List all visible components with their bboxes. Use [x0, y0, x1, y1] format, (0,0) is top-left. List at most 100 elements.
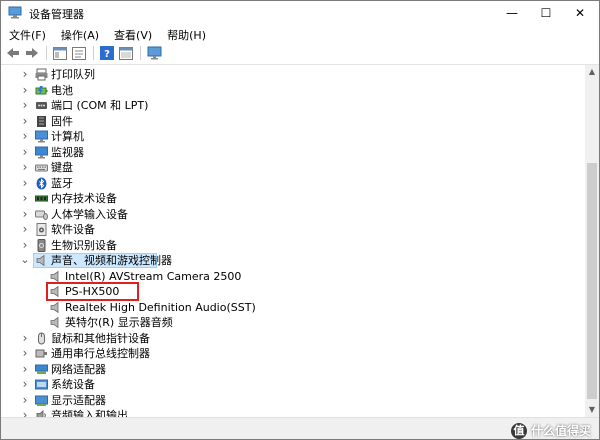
watermark: 值 什么值得买 — [510, 422, 591, 439]
menu-action[interactable]: 操作(A) — [53, 25, 106, 43]
view-icon[interactable] — [118, 45, 134, 61]
audio-io-icon — [35, 409, 48, 417]
back-icon[interactable] — [5, 45, 21, 61]
bluetooth-icon — [35, 177, 48, 190]
svg-text:?: ? — [104, 49, 110, 60]
chevron-right-icon[interactable]: › — [20, 177, 30, 189]
mouse-icon — [35, 332, 48, 345]
chevron-right-icon[interactable]: › — [20, 146, 30, 158]
toolbar-separator — [140, 46, 141, 60]
watermark-text: 什么值得买 — [530, 424, 591, 438]
tree-category-row[interactable]: ⌄ 声音、视频和游戏控制器 — [1, 253, 585, 268]
computer-icon — [35, 130, 48, 143]
monitor-icon[interactable] — [146, 45, 162, 61]
tree-category-label: 鼠标和其他指针设备 — [51, 331, 150, 345]
close-button[interactable]: ✕ — [563, 1, 597, 25]
system-device-icon — [35, 378, 48, 391]
tree-category-row[interactable]: › 蓝牙 — [1, 176, 585, 191]
tree-category-row[interactable]: › 内存技术设备 — [1, 191, 585, 206]
tree-category-label: 固件 — [51, 114, 73, 128]
watermark-badge: 值 — [510, 422, 527, 439]
show-hide-tree-icon[interactable] — [52, 45, 68, 61]
tree-device-row[interactable]: Realtek High Definition Audio(SST) — [1, 300, 585, 315]
chevron-right-icon[interactable]: › — [20, 130, 30, 142]
tree-category-row[interactable]: › 系统设备 — [1, 377, 585, 392]
forward-icon[interactable] — [24, 45, 40, 61]
network-adapter-icon — [35, 363, 48, 376]
device-manager-app-icon — [8, 6, 22, 19]
tree-device-label: 英特尔(R) 显示器音频 — [65, 316, 173, 329]
window-title: 设备管理器 — [29, 8, 84, 21]
vertical-scrollbar[interactable]: ▲ ▼ — [585, 65, 599, 417]
tree-category-row[interactable]: › 网络适配器 — [1, 362, 585, 377]
chevron-right-icon[interactable]: › — [20, 99, 30, 111]
chevron-right-icon[interactable]: › — [20, 363, 30, 375]
menu-help[interactable]: 帮助(H) — [159, 25, 213, 43]
tree-device-label: Realtek High Definition Audio(SST) — [65, 300, 256, 314]
properties-icon[interactable] — [71, 45, 87, 61]
chevron-right-icon[interactable]: › — [20, 208, 30, 220]
menu-bar: 文件(F) 操作(A) 查看(V) 帮助(H) — [1, 25, 599, 43]
tree-category-label: 内存技术设备 — [51, 192, 117, 205]
chevron-right-icon[interactable]: › — [20, 347, 30, 359]
chevron-right-icon[interactable]: › — [20, 409, 30, 417]
title-bar[interactable]: 设备管理器 — ☐ ✕ — [1, 1, 599, 25]
tree-device-row[interactable]: 英特尔(R) 显示器音频 — [1, 315, 585, 330]
scroll-up-icon[interactable]: ▲ — [585, 65, 599, 79]
port-icon — [35, 99, 48, 112]
tree-category-row[interactable]: › 人体学输入设备 — [1, 207, 585, 222]
hid-icon — [35, 208, 48, 221]
speaker-icon — [49, 270, 62, 283]
chevron-right-icon[interactable]: › — [20, 192, 30, 204]
tree-category-label: 电池 — [51, 83, 73, 97]
chevron-right-icon[interactable]: › — [20, 332, 30, 344]
chevron-right-icon[interactable]: › — [20, 68, 30, 80]
tree-category-row[interactable]: › 鼠标和其他指针设备 — [1, 331, 585, 346]
chevron-right-icon[interactable]: › — [20, 161, 30, 173]
menu-file[interactable]: 文件(F) — [1, 25, 53, 43]
software-device-icon — [35, 223, 48, 236]
scroll-down-icon[interactable]: ▼ — [585, 403, 599, 417]
tree-category-label: 声音、视频和游戏控制器 — [51, 254, 172, 267]
tree-category-row[interactable]: › 监视器 — [1, 145, 585, 160]
tree-category-label: 端口 (COM 和 LPT) — [51, 99, 149, 112]
chevron-right-icon[interactable]: › — [20, 115, 30, 127]
chevron-right-icon[interactable]: › — [20, 223, 30, 235]
maximize-button[interactable]: ☐ — [529, 1, 563, 25]
tree-category-row[interactable]: › 电池 — [1, 83, 585, 98]
toolbar-separator — [46, 46, 47, 60]
tree-category-label: 系统设备 — [51, 378, 95, 391]
usb-icon — [35, 347, 48, 360]
chevron-right-icon[interactable]: › — [20, 239, 30, 251]
printer-queue-icon — [35, 68, 48, 81]
tree-category-row[interactable]: › 键盘 — [1, 160, 585, 175]
tree-category-row[interactable]: › 音频输入和输出 — [1, 408, 585, 417]
help-icon[interactable]: ? — [99, 45, 115, 61]
tree-category-row[interactable]: › 显示适配器 — [1, 393, 585, 408]
chevron-right-icon[interactable]: › — [20, 394, 30, 406]
tree-category-row[interactable]: › 通用串行总线控制器 — [1, 346, 585, 361]
tree-category-row[interactable]: › 计算机 — [1, 129, 585, 144]
tree-category-label: 通用串行总线控制器 — [51, 347, 150, 360]
tree-category-label: 人体学输入设备 — [51, 207, 128, 221]
tree-category-row[interactable]: › 端口 (COM 和 LPT) — [1, 98, 585, 113]
scrollbar-thumb[interactable] — [587, 163, 597, 399]
firmware-icon — [35, 115, 48, 128]
menu-view[interactable]: 查看(V) — [106, 25, 159, 43]
tree-device-row[interactable]: PS-HX500 — [1, 282, 585, 301]
chevron-right-icon[interactable]: › — [20, 84, 30, 96]
tree-category-row[interactable]: › 固件 — [1, 114, 585, 129]
keyboard-icon — [35, 161, 48, 174]
tree-category-label: 软件设备 — [51, 223, 95, 236]
highlight-annotation-box — [46, 282, 139, 301]
tree-category-row[interactable]: › 软件设备 — [1, 222, 585, 237]
chevron-down-icon[interactable]: ⌄ — [20, 254, 30, 266]
chevron-right-icon[interactable]: › — [20, 378, 30, 390]
tree-category-label: 音频输入和输出 — [51, 409, 128, 417]
tree-category-row[interactable]: › 打印队列 — [1, 67, 585, 82]
toolbar-separator — [93, 46, 94, 60]
speaker-icon — [49, 316, 62, 329]
minimize-button[interactable]: — — [495, 1, 529, 25]
display-adapter-icon — [35, 394, 48, 407]
tree-category-row[interactable]: › 生物识别设备 — [1, 238, 585, 253]
